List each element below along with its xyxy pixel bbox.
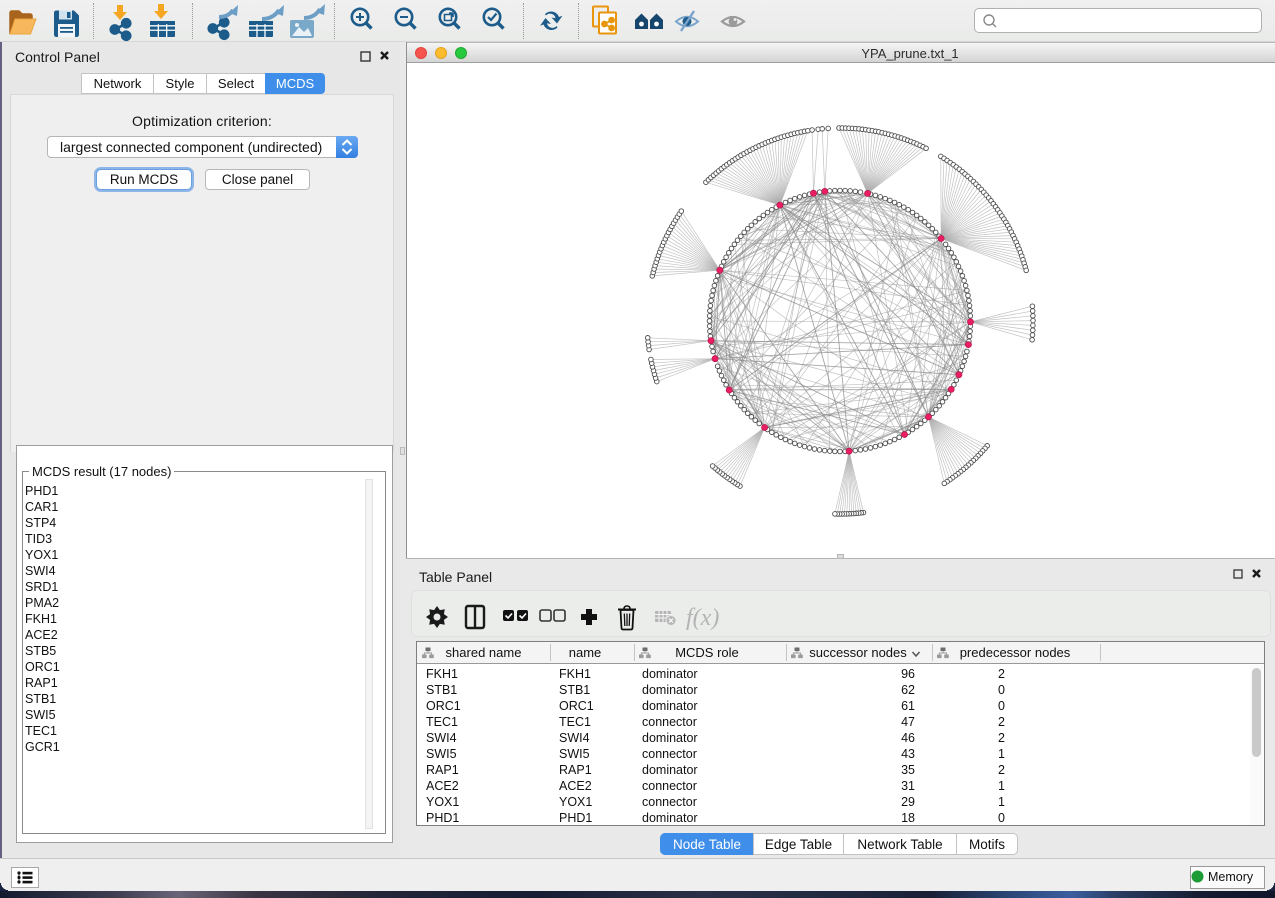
svg-text:f(x): f(x) [686, 605, 719, 631]
